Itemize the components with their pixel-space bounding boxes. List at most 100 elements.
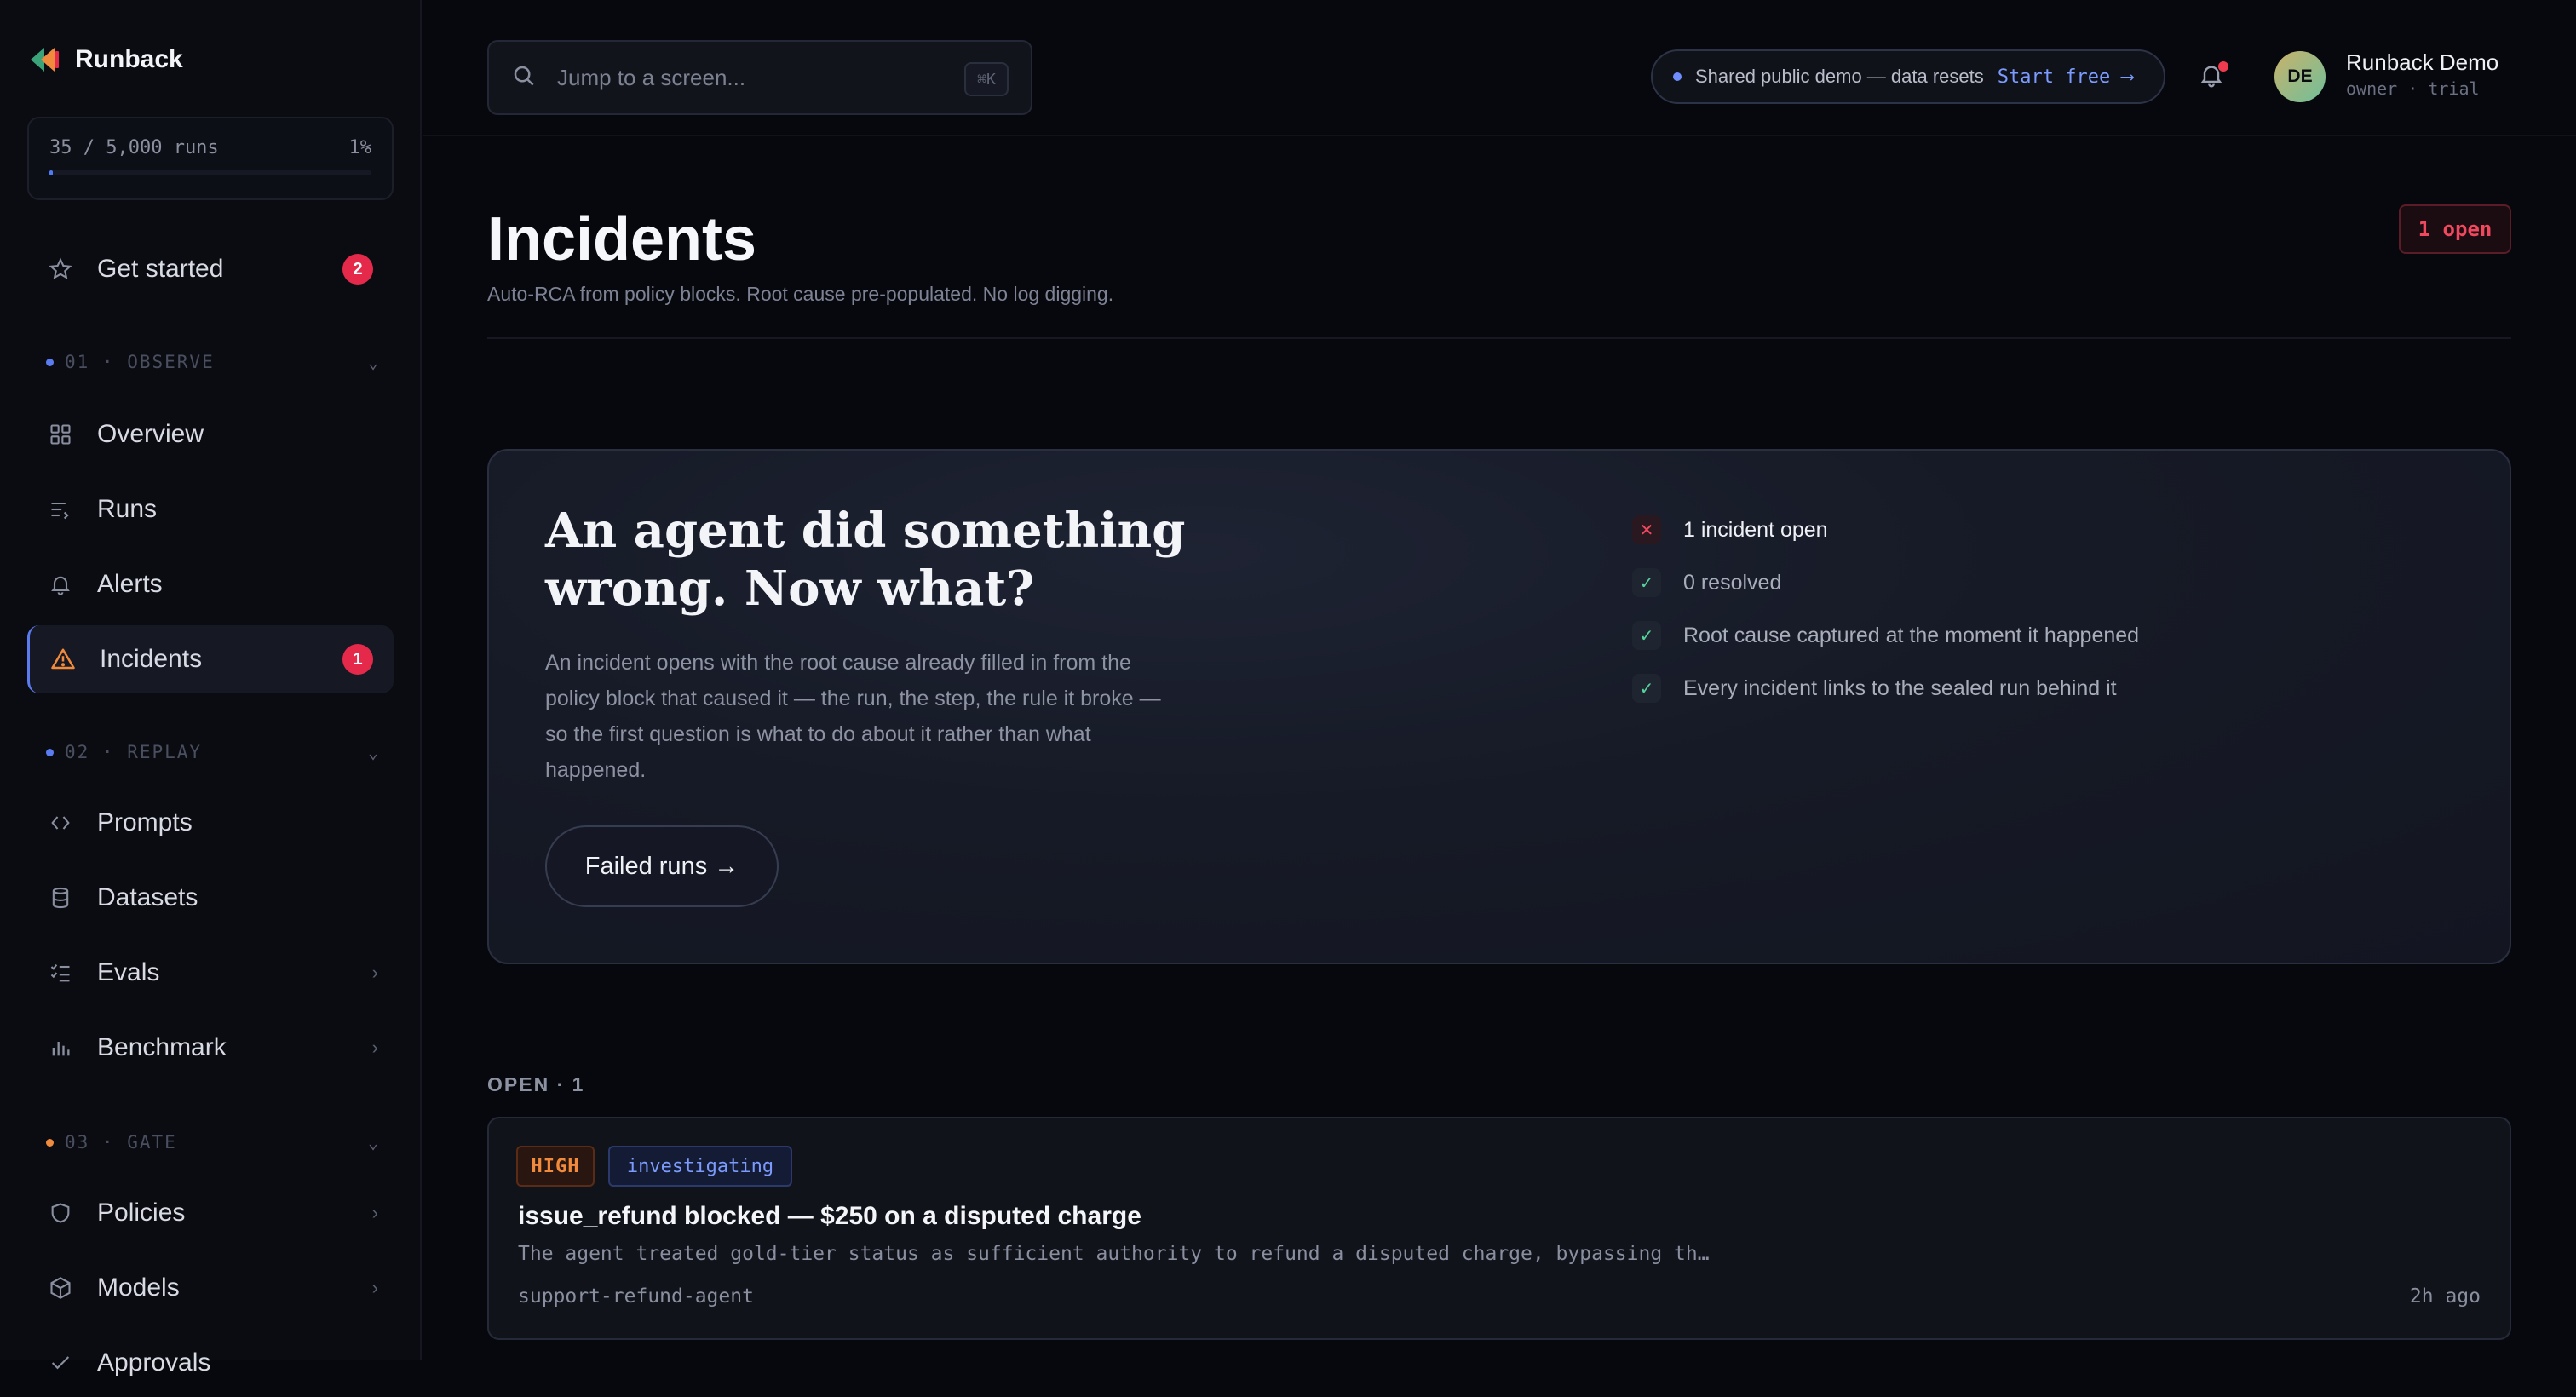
runs-quota: 35 / 5,000 runs 1% <box>27 117 394 200</box>
incident-checklist: ✕ 1 incident open ✓ 0 resolved ✓ Root ca… <box>1632 503 2139 715</box>
sidebar-item-label: Alerts <box>97 570 163 598</box>
x-icon: ✕ <box>1632 515 1661 544</box>
search-icon <box>511 63 537 93</box>
brand-name: Runback <box>75 45 183 73</box>
incident-time: 2h ago <box>2409 1285 2481 1308</box>
quota-percent: 1% <box>348 137 372 158</box>
start-free-link[interactable]: Start free ⟶ <box>1998 66 2133 88</box>
check-label: 0 resolved <box>1683 570 1782 595</box>
chevron-right-icon: › <box>371 1202 378 1223</box>
incident-description: The agent treated gold-tier status as su… <box>518 1243 1710 1265</box>
incident-card[interactable]: HIGH investigating issue_refund blocked … <box>487 1117 2511 1340</box>
check-item: ✓ Every incident links to the sealed run… <box>1632 662 2139 715</box>
sidebar-item-benchmark[interactable]: Benchmark › <box>27 1014 394 1082</box>
sidebar-item-label: Models <box>97 1273 180 1302</box>
section-replay[interactable]: 02 · REPLAY ⌄ <box>46 742 388 762</box>
sidebar-item-incidents[interactable]: Incidents 1 <box>27 625 394 693</box>
check-label: Every incident links to the sealed run b… <box>1683 676 2117 700</box>
section-dot <box>46 1138 54 1147</box>
check-icon: ✓ <box>1632 621 1661 650</box>
sidebar: Runback 35 / 5,000 runs 1% Get started 2… <box>0 0 422 1377</box>
chevron-down-icon: ⌄ <box>367 352 380 372</box>
warning-icon <box>50 647 76 672</box>
section-label: 02 · REPLAY <box>65 742 203 762</box>
severity-badge: HIGH <box>516 1146 595 1187</box>
check-icon: ✓ <box>1632 674 1661 703</box>
check-item: ✕ 1 incident open <box>1632 503 2139 556</box>
user-role: owner · trial <box>2346 78 2480 99</box>
page-title: Incidents <box>487 205 757 273</box>
chevron-down-icon: ⌄ <box>367 742 380 762</box>
chevron-right-icon: › <box>371 1037 378 1058</box>
sidebar-item-label: Policies <box>97 1199 186 1227</box>
search-input[interactable]: Jump to a screen... ⌘K <box>487 40 1032 115</box>
section-observe[interactable]: 01 · OBSERVE ⌄ <box>46 352 388 372</box>
sidebar-item-evals[interactable]: Evals › <box>27 939 394 1007</box>
quota-progress-fill <box>49 170 53 175</box>
database-icon <box>48 885 73 911</box>
sidebar-item-overview[interactable]: Overview <box>27 400 394 469</box>
incidents-intro-card: An agent did something wrong. Now what? … <box>487 449 2511 964</box>
sidebar-item-approvals[interactable]: Approvals <box>27 1329 394 1397</box>
section-dot <box>46 748 54 756</box>
sidebar-item-alerts[interactable]: Alerts <box>27 550 394 618</box>
sidebar-item-label: Prompts <box>97 808 193 836</box>
sidebar-item-label: Benchmark <box>97 1033 227 1061</box>
bar-chart-icon <box>48 1035 73 1061</box>
sidebar-item-datasets[interactable]: Datasets <box>27 864 394 932</box>
star-icon <box>48 256 73 282</box>
brand[interactable]: Runback <box>27 44 183 75</box>
user-name[interactable]: Runback Demo <box>2346 49 2498 76</box>
checklist-icon <box>48 960 73 986</box>
hero-body: An incident opens with the root cause al… <box>545 651 1161 782</box>
section-gate[interactable]: 03 · GATE ⌄ <box>46 1132 388 1153</box>
chevron-right-icon: › <box>371 962 378 983</box>
section-dot <box>46 358 54 366</box>
quota-progress-bar <box>49 170 371 175</box>
bell-icon <box>48 572 73 597</box>
chevron-right-icon: › <box>371 1277 378 1298</box>
search-shortcut-hint: ⌘K <box>964 62 1009 96</box>
sidebar-item-prompts[interactable]: Prompts <box>27 789 394 857</box>
status-badge: investigating <box>608 1146 792 1187</box>
chevron-down-icon: ⌄ <box>367 1132 380 1153</box>
incidents-count-badge: 1 <box>342 644 373 675</box>
approval-icon <box>48 1350 73 1376</box>
check-item: ✓ 0 resolved <box>1632 556 2139 609</box>
avatar[interactable]: DE <box>2274 51 2326 102</box>
code-brackets-icon <box>48 810 73 836</box>
cube-icon <box>48 1275 73 1301</box>
sidebar-item-label: Approvals <box>97 1348 211 1377</box>
sidebar-item-models[interactable]: Models › <box>27 1254 394 1322</box>
search-placeholder: Jump to a screen... <box>557 64 746 90</box>
hero-title: An agent did something wrong. Now what? <box>545 503 1186 617</box>
incident-title[interactable]: issue_refund blocked — $250 on a dispute… <box>518 1202 1141 1231</box>
grid-icon <box>48 422 73 447</box>
incident-agent: support-refund-agent <box>518 1285 754 1308</box>
check-label: 1 incident open <box>1683 517 1828 542</box>
sidebar-item-label: Overview <box>97 420 204 448</box>
notification-dot <box>2218 61 2228 72</box>
sidebar-item-label: Runs <box>97 495 158 523</box>
list-arrow-icon <box>48 497 73 522</box>
check-label: Root cause captured at the moment it hap… <box>1683 623 2140 647</box>
sidebar-item-label: Get started <box>97 255 224 283</box>
sidebar-item-label: Datasets <box>97 883 198 911</box>
sidebar-item-runs[interactable]: Runs <box>27 475 394 543</box>
failed-runs-button[interactable]: Failed runs → <box>545 825 779 907</box>
open-section-label: OPEN · 1 <box>487 1073 585 1095</box>
sidebar-item-label: Evals <box>97 958 160 986</box>
page-subtitle: Auto-RCA from policy blocks. Root cause … <box>487 283 1114 305</box>
demo-notice-pill: Shared public demo — data resets Start f… <box>1651 49 2165 104</box>
sidebar-item-get-started[interactable]: Get started 2 <box>27 235 394 303</box>
notifications-bell-icon[interactable] <box>2198 60 2228 94</box>
get-started-count-badge: 2 <box>342 254 373 285</box>
topbar-divider <box>423 135 2576 136</box>
shield-icon <box>48 1200 73 1226</box>
sidebar-item-policies[interactable]: Policies › <box>27 1179 394 1247</box>
open-count-badge[interactable]: 1 open <box>2399 204 2511 254</box>
section-label: 01 · OBSERVE <box>65 352 215 372</box>
check-item: ✓ Root cause captured at the moment it h… <box>1632 609 2139 662</box>
header-divider <box>487 337 2511 339</box>
demo-status-dot <box>1673 72 1682 81</box>
